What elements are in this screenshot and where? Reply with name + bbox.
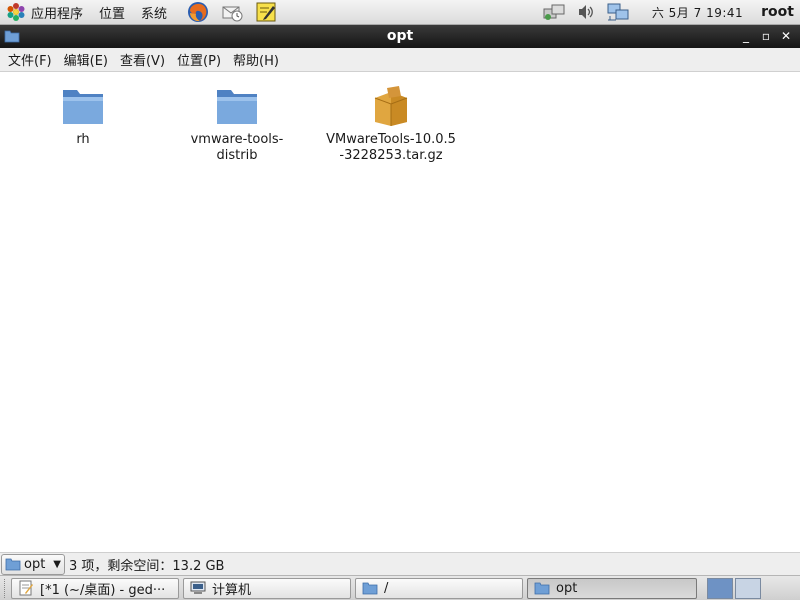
- panel-menus: 应用程序 位置 系统: [0, 0, 175, 24]
- file-name: VMwareTools-10.0.5-3228253.tar.gz: [326, 132, 456, 163]
- archive-icon: [374, 86, 408, 126]
- volume-icon: [578, 5, 593, 19]
- statusbar: opt ▼ 3 项，剩余空间：13.2 GB: [0, 552, 800, 575]
- window-titlebar[interactable]: opt _ ▫ ✕: [0, 25, 800, 48]
- task-gedit[interactable]: [*1 (~/桌面) - ged···: [11, 577, 179, 599]
- menu-help[interactable]: 帮助(H): [227, 50, 285, 69]
- tray-network[interactable]: [606, 1, 630, 23]
- system-menu-label: 系统: [141, 6, 168, 22]
- tray-network-display[interactable]: [542, 1, 566, 23]
- minimize-button[interactable]: _: [736, 27, 756, 45]
- file-name: vmware-tools-distrib: [190, 132, 284, 163]
- folder-icon: [362, 582, 378, 595]
- launchers: [181, 1, 283, 23]
- taskbar-handle[interactable]: [4, 578, 8, 598]
- menu-file[interactable]: 文件(F): [2, 50, 58, 69]
- network-icon: [607, 3, 629, 21]
- network-display-icon: [543, 4, 565, 20]
- task-label: [*1 (~/桌面) - ged···: [40, 582, 166, 598]
- workspace-1[interactable]: [707, 577, 733, 599]
- file-item-vmware-tools-distrib[interactable]: vmware-tools-distrib: [172, 84, 302, 164]
- tray-volume[interactable]: [574, 1, 598, 23]
- maximize-icon: ▫: [761, 29, 771, 43]
- firefox-launcher[interactable]: [186, 1, 210, 23]
- close-button[interactable]: ✕: [776, 27, 796, 45]
- file-view[interactable]: rh vmware-tools-distrib VMwareTools-10.0…: [0, 72, 800, 552]
- user-name[interactable]: root: [761, 4, 794, 20]
- mail-launcher[interactable]: [220, 1, 244, 23]
- taskbar: [*1 (~/桌面) - ged··· 计算机 / opt: [0, 575, 800, 600]
- task-label: /: [384, 580, 389, 596]
- places-menu-label: 位置: [99, 6, 126, 22]
- file-name: rh: [76, 132, 90, 147]
- places-menu[interactable]: 位置: [91, 0, 133, 24]
- system-tray: [538, 1, 634, 23]
- system-menu[interactable]: 系统: [133, 0, 175, 24]
- window-controls: _ ▫ ✕: [736, 27, 796, 45]
- file-item-vmwaretools-tarball[interactable]: VMwareTools-10.0.5-3228253.tar.gz: [326, 84, 456, 164]
- status-info: 3 项，剩余空间：13.2 GB: [69, 558, 225, 574]
- task-root-folder[interactable]: /: [355, 577, 523, 599]
- note-launcher[interactable]: [254, 1, 278, 23]
- file-item-rh[interactable]: rh: [18, 84, 148, 148]
- location-dropdown[interactable]: opt ▼: [1, 553, 65, 575]
- task-label: opt: [556, 580, 578, 596]
- menubar: 文件(F) 编辑(E) 查看(V) 位置(P) 帮助(H): [0, 48, 800, 72]
- panel-right: 六 5月 7 19:41 root: [538, 0, 800, 24]
- gnome-foot-icon: [7, 3, 25, 21]
- minimize-icon: _: [743, 29, 749, 43]
- applications-menu[interactable]: 应用程序: [0, 0, 91, 24]
- task-opt-folder[interactable]: opt: [527, 577, 697, 599]
- menu-view[interactable]: 查看(V): [114, 50, 171, 69]
- workspace-switcher: [707, 577, 763, 599]
- close-icon: ✕: [780, 29, 792, 43]
- menu-places[interactable]: 位置(P): [171, 50, 227, 69]
- folder-icon: [534, 582, 550, 595]
- clock[interactable]: 六 5月 7 19:41: [652, 4, 743, 21]
- text-editor-icon: [19, 580, 33, 596]
- folder-icon: [217, 90, 257, 124]
- location-value: opt: [24, 556, 46, 572]
- maximize-button[interactable]: ▫: [756, 27, 776, 45]
- task-computer[interactable]: 计算机: [183, 577, 351, 599]
- folder-icon: [63, 90, 103, 124]
- chevron-down-icon: ▼: [53, 558, 61, 570]
- note-editor-icon: [256, 2, 276, 22]
- menu-edit[interactable]: 编辑(E): [58, 50, 114, 69]
- applications-menu-label: 应用程序: [31, 6, 84, 22]
- window-title: opt: [386, 28, 414, 44]
- computer-icon: [190, 581, 206, 594]
- mail-icon: [222, 6, 243, 22]
- folder-icon: [5, 558, 21, 571]
- task-label: 计算机: [212, 582, 252, 598]
- firefox-icon: [188, 2, 209, 22]
- workspace-2[interactable]: [735, 577, 761, 599]
- top-panel: 应用程序 位置 系统 六 5月 7 19:41 root: [0, 0, 800, 25]
